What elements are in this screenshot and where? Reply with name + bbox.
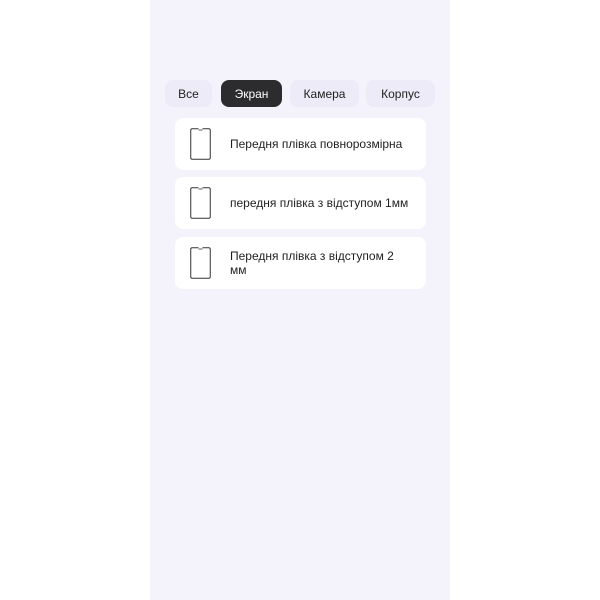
- list-item[interactable]: Передня плівка повнорозмірна: [175, 118, 426, 170]
- category-tabs: Все Экран Камера Корпус: [165, 80, 435, 107]
- list-item[interactable]: Передня плівка з відступом 2 мм: [175, 237, 426, 289]
- phone-outline-icon: [190, 247, 211, 279]
- list-item-label: Передня плівка з відступом 2 мм: [230, 249, 394, 277]
- phone-outline-icon: [190, 187, 211, 219]
- list-item-label: Передня плівка повнорозмірна: [230, 137, 403, 151]
- tab-body[interactable]: Корпус: [366, 80, 435, 107]
- app-screen: Все Экран Камера Корпус Передня плівка п…: [150, 0, 450, 600]
- list-item[interactable]: передня плівка з відступом 1мм: [175, 177, 426, 229]
- list-item-label: передня плівка з відступом 1мм: [230, 196, 409, 210]
- phone-outline-icon: [190, 128, 211, 160]
- tab-all[interactable]: Все: [165, 80, 212, 107]
- tab-camera[interactable]: Камера: [290, 80, 359, 107]
- tab-screen[interactable]: Экран: [221, 80, 282, 107]
